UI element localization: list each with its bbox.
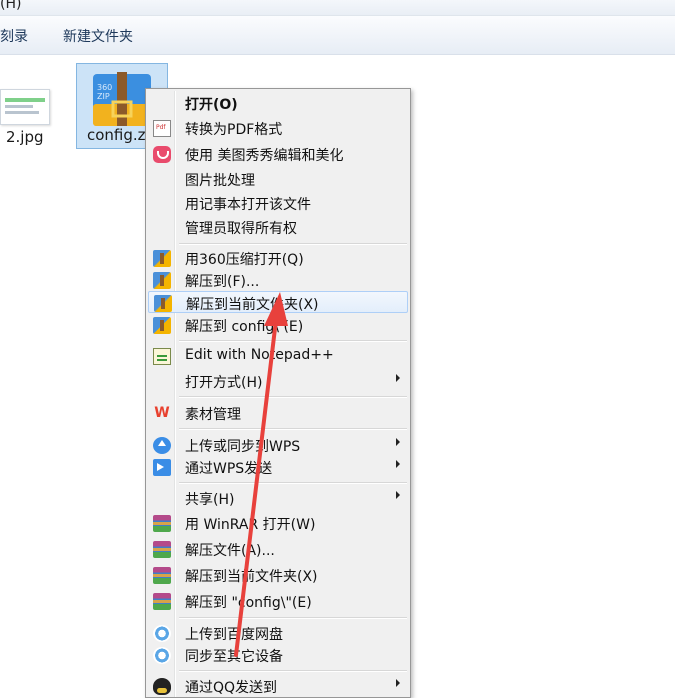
menu-share[interactable]: 共享(H)	[148, 487, 408, 509]
360zip-file-icon: 360 ZIP	[93, 72, 151, 126]
send-icon	[153, 459, 171, 476]
notepad-icon	[153, 348, 171, 365]
new-folder-button[interactable]: 新建文件夹	[63, 26, 133, 46]
menu-bar: (H)	[0, 0, 675, 16]
submenu-arrow-icon	[396, 491, 400, 499]
360zip-icon	[153, 250, 171, 267]
context-menu: 打开(O) 转换为PDF格式 使用 美图秀秀编辑和美化 图片批处理 用记事本打开…	[145, 88, 411, 698]
jpg-thumbnail[interactable]	[0, 89, 50, 125]
menu-image-batch[interactable]: 图片批处理	[148, 168, 408, 190]
menu-send-qq[interactable]: 通过QQ发送到	[148, 675, 408, 697]
menu-360-extract-here[interactable]: 解压到当前文件夹(X)	[148, 291, 408, 313]
menu-360-open[interactable]: 用360压缩打开(Q)	[148, 247, 408, 269]
svg-text:360: 360	[97, 83, 112, 92]
menu-notepadpp[interactable]: Edit with Notepad++	[148, 345, 408, 367]
submenu-arrow-icon	[396, 460, 400, 468]
menu-open-with[interactable]: 打开方式(H)	[148, 370, 408, 392]
submenu-arrow-icon	[396, 438, 400, 446]
menu-upload-wps[interactable]: 上传或同步到WPS	[148, 434, 408, 456]
menu-help-fragment[interactable]: (H)	[0, 0, 21, 12]
menu-360-extract-folder[interactable]: 解压到 config\ (E)	[148, 314, 408, 336]
meitu-icon	[153, 146, 171, 163]
menu-open[interactable]: 打开(O)	[148, 92, 408, 114]
explorer-toolbar: 刻录 新建文件夹	[0, 16, 675, 55]
menu-material-manage[interactable]: W 素材管理	[148, 402, 408, 424]
winrar-icon	[153, 593, 171, 610]
submenu-arrow-icon	[396, 679, 400, 687]
menu-take-ownership[interactable]: 管理员取得所有权	[148, 216, 408, 238]
upload-icon	[153, 437, 171, 454]
wps-icon: W	[154, 405, 170, 421]
submenu-arrow-icon	[396, 374, 400, 382]
menu-sync-devices[interactable]: 同步至其它设备	[148, 644, 408, 666]
menu-meitu-edit[interactable]: 使用 美图秀秀编辑和美化	[148, 143, 408, 165]
menu-winrar-open[interactable]: 用 WinRAR 打开(W)	[148, 512, 408, 534]
burn-button[interactable]: 刻录	[0, 26, 28, 46]
winrar-icon	[153, 515, 171, 532]
360zip-icon	[153, 317, 171, 334]
menu-baidu-upload[interactable]: 上传到百度网盘	[148, 622, 408, 644]
menu-360-extract-to[interactable]: 解压到(F)...	[148, 269, 408, 291]
qq-icon	[153, 678, 171, 695]
file-name-config: config.z	[87, 126, 146, 144]
pdf-icon	[153, 120, 171, 137]
menu-winrar-extract[interactable]: 解压文件(A)...	[148, 538, 408, 560]
menu-open-notepad[interactable]: 用记事本打开该文件	[148, 192, 408, 214]
svg-text:ZIP: ZIP	[97, 92, 110, 101]
file-name-jpg[interactable]: 2.jpg	[6, 128, 44, 146]
menu-send-wps[interactable]: 通过WPS发送	[148, 456, 408, 478]
winrar-icon	[153, 541, 171, 558]
menu-winrar-extract-folder[interactable]: 解压到 "config\"(E)	[148, 590, 408, 612]
menu-convert-pdf[interactable]: 转换为PDF格式	[148, 117, 408, 139]
baidu-netdisk-icon	[153, 625, 171, 642]
360zip-icon	[154, 295, 172, 312]
winrar-icon	[153, 567, 171, 584]
menu-winrar-extract-here[interactable]: 解压到当前文件夹(X)	[148, 564, 408, 586]
360zip-icon	[153, 272, 171, 289]
baidu-netdisk-icon	[153, 647, 171, 664]
